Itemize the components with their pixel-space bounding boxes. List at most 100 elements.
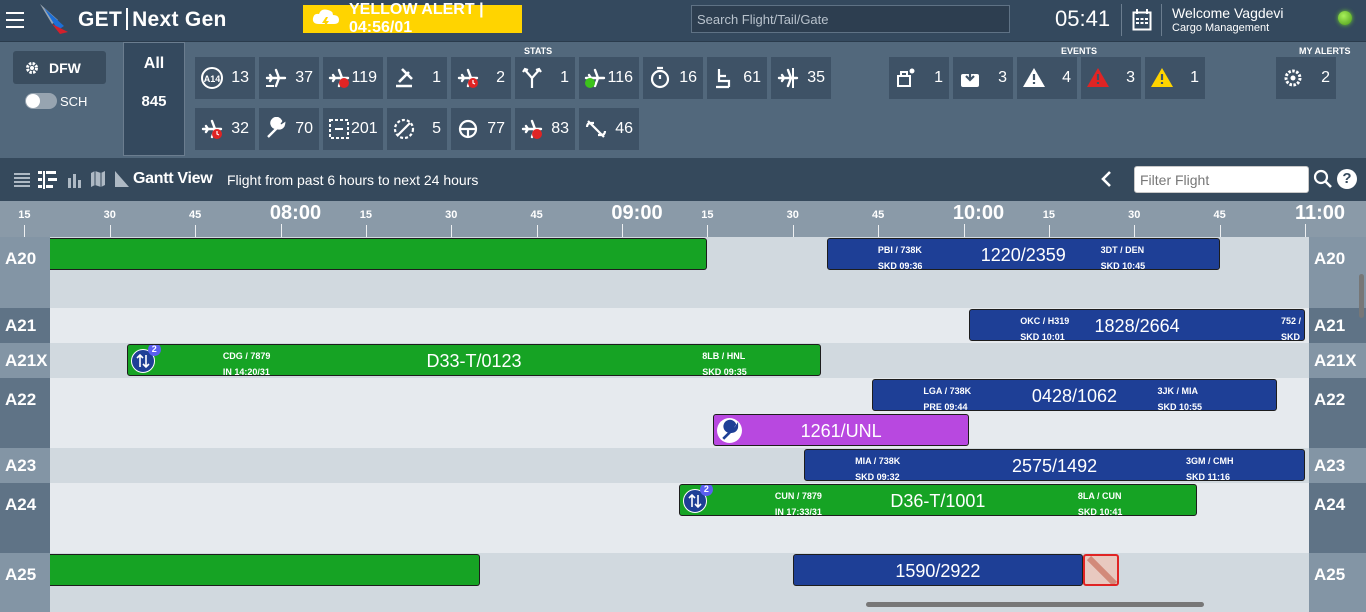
gate-label[interactable]: A21X — [1309, 343, 1366, 378]
gate-label[interactable]: A22 — [0, 378, 50, 448]
flight-bar[interactable]: 1220/2359 PBI / 738K SKD 09:36 3DT / DEN SKD… — [826, 238, 1220, 270]
gate-label[interactable]: A21X — [0, 343, 50, 378]
aircraft-delay-icon — [455, 65, 481, 91]
stat-tile[interactable]: 35 — [771, 57, 831, 99]
station-code: DFW — [49, 59, 81, 76]
search-icon[interactable] — [1313, 169, 1333, 189]
timeline-minute-label: 30 — [786, 209, 799, 221]
flight-bar[interactable]: 2575/1492 MIA / 738K SKD 09:32 3GM / CMH SKD… — [804, 449, 1305, 481]
event-tile[interactable]: 4 — [1017, 57, 1077, 99]
stat-tile[interactable]: 1 — [515, 57, 575, 99]
gate-label[interactable]: A20 — [0, 237, 50, 308]
flight-bar[interactable]: 1828/2664 OKC / H319 SKD 10:01 752 / SKD — [969, 309, 1305, 341]
timeline-minute-label: 30 — [1128, 209, 1141, 221]
my-alert-tile[interactable]: 2 — [1276, 57, 1336, 99]
stat-tile[interactable]: 46 — [579, 108, 639, 150]
stat-tile[interactable]: 70 — [259, 108, 319, 150]
all-count: 845 — [141, 93, 167, 110]
sch-toggle[interactable] — [25, 93, 57, 109]
stat-tile[interactable]: 201 — [323, 108, 383, 150]
timeline-header — [0, 201, 1366, 237]
timeline-minute-label: 45 — [872, 209, 885, 221]
chart-view-icon[interactable] — [67, 170, 83, 188]
stat-tile[interactable]: 1 — [387, 57, 447, 99]
stat-tile[interactable]: A14 13 — [195, 57, 255, 99]
all-flights-box[interactable]: All 845 — [123, 42, 185, 156]
flight-bar[interactable]: 1261/UNL — [713, 414, 970, 446]
flight-bar[interactable] — [50, 554, 480, 586]
departure-info: 3JK / MIA SKD 10:55 — [1157, 383, 1203, 411]
a14-circle-icon: A14 — [199, 65, 225, 91]
departure-route: 752 / — [1280, 316, 1302, 326]
flight-label: 1590/2922 — [895, 561, 981, 581]
timeline-tick — [24, 225, 26, 237]
stat-value: 46 — [615, 120, 633, 137]
search-input[interactable] — [691, 5, 1010, 33]
arrival-info: MIA / 738K SKD 09:32 — [855, 453, 900, 480]
arrival-time: SKD 10:01 — [1020, 332, 1065, 341]
filter-flight-input[interactable] — [1134, 166, 1309, 193]
vertical-scrollbar[interactable] — [1359, 274, 1364, 318]
event-tile[interactable]: 3 — [1081, 57, 1141, 99]
timeline-tick — [1219, 225, 1221, 237]
event-tile[interactable]: 1 — [1145, 57, 1205, 99]
help-icon[interactable]: ? — [1337, 169, 1357, 189]
stat-tile[interactable]: 2 — [451, 57, 511, 99]
arrival-time: SKD 09:36 — [877, 261, 923, 270]
gate-label[interactable]: A23 — [0, 448, 50, 483]
arrival-route: OKC / H319 — [1020, 316, 1070, 326]
flight-bar[interactable]: D36-T/1001 CUN / 7879 IN 17:33/31 8LA / CUN… — [678, 484, 1197, 516]
map-view-icon[interactable] — [90, 170, 106, 188]
gate-label[interactable]: A25 — [1309, 553, 1366, 612]
gantt-view-icon[interactable] — [38, 170, 58, 190]
stat-tile[interactable]: 16 — [643, 57, 703, 99]
event-tile[interactable]: 3 — [953, 57, 1013, 99]
arrival-time: PRE 09:44 — [923, 402, 968, 411]
gate-label[interactable]: A22 — [1309, 378, 1366, 448]
stat-tile[interactable]: 37 — [259, 57, 319, 99]
stat-tile[interactable]: 116 — [579, 57, 639, 99]
cancelled-slot[interactable] — [1083, 554, 1120, 586]
event-tile[interactable]: 1 — [889, 57, 949, 99]
gate-label[interactable]: A25 — [0, 553, 50, 612]
top-bar: GET Next Gen YELLOW ALERT | 04:56/01 05:4… — [0, 0, 1366, 42]
app-title-sub: Next Gen — [132, 8, 227, 31]
departure-info: 3GM / CMH SKD 11:16 — [1186, 453, 1234, 480]
stat-tile[interactable]: 61 — [707, 57, 767, 99]
arrival-info: CDG / 7879 IN 14:20/31 — [223, 348, 271, 375]
flight-bar[interactable]: D33-T/0123 CDG / 7879 IN 14:20/31 8LB / HNL… — [126, 344, 822, 376]
calendar-icon[interactable] — [1132, 9, 1152, 31]
stat-value: 201 — [351, 120, 378, 137]
stat-value: 61 — [743, 69, 761, 86]
departure-time: SKD 10:55 — [1157, 402, 1203, 411]
gate-label[interactable]: A24 — [1309, 483, 1366, 553]
menu-icon[interactable] — [6, 12, 24, 28]
transfer-badge-icon[interactable]: 2 — [130, 345, 161, 373]
flight-bar[interactable] — [50, 238, 708, 270]
flight-bar[interactable]: 1590/2922 — [792, 554, 1084, 586]
transfer-badge-icon[interactable]: 2 — [682, 485, 713, 513]
chevron-left-icon[interactable] — [1100, 170, 1114, 188]
gate-label[interactable]: A23 — [1309, 448, 1366, 483]
stat-tile[interactable]: 119 — [323, 57, 383, 99]
weather-alert-banner[interactable]: YELLOW ALERT | 04:56/01 — [303, 1, 522, 36]
aircraft-tow-icon — [263, 65, 289, 91]
station-selector[interactable]: DFW — [13, 51, 106, 84]
flight-bar[interactable]: 0428/1062 LGA / 738K PRE 09:44 3JK / MIA SKD… — [872, 379, 1277, 411]
user-info[interactable]: Welcome Vagdevi Cargo Management — [1172, 5, 1284, 34]
stat-tile[interactable]: 5 — [387, 108, 447, 150]
stat-tile[interactable]: 77 — [451, 108, 511, 150]
arrival-route: CUN / 7879 — [774, 491, 822, 501]
horizontal-scrollbar[interactable] — [866, 602, 1204, 607]
gate-label[interactable]: A20 — [1309, 237, 1366, 308]
stat-tile[interactable]: 83 — [515, 108, 575, 150]
gate-label[interactable]: A21 — [1309, 308, 1366, 343]
gate-label[interactable]: A21 — [0, 308, 50, 343]
status-indicator — [1338, 11, 1352, 25]
gate-label[interactable]: A24 — [0, 483, 50, 553]
list-view-icon[interactable] — [13, 170, 31, 188]
arrival-info: LGA / 738K PRE 09:44 — [923, 383, 971, 411]
gate-view-icon[interactable] — [114, 170, 130, 188]
stat-value: 16 — [679, 69, 697, 86]
stat-tile[interactable]: 32 — [195, 108, 255, 150]
